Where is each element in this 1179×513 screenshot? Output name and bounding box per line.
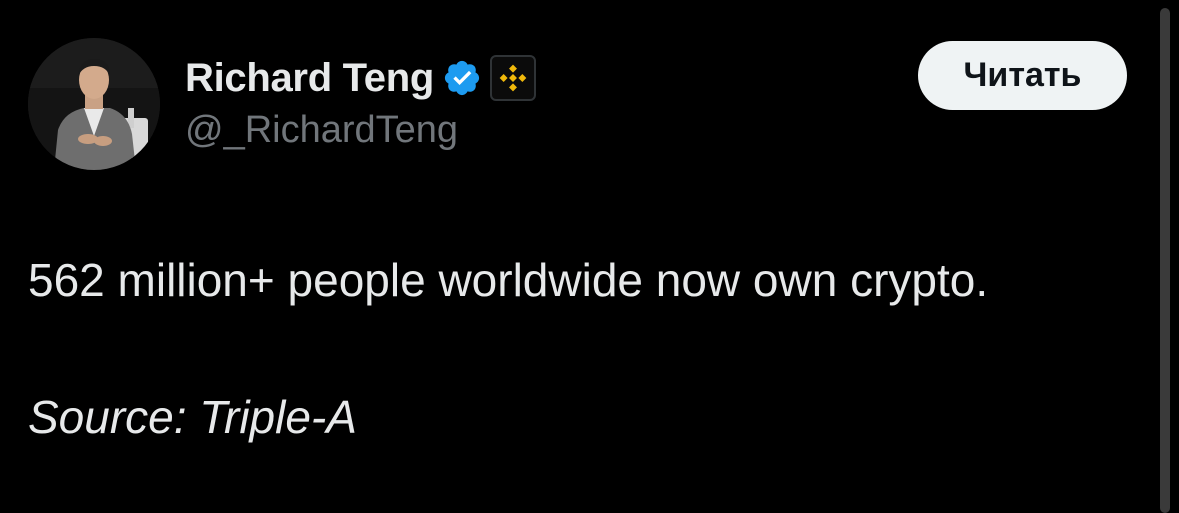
binance-logo-icon[interactable] [490, 55, 537, 101]
avatar-image [28, 38, 160, 170]
tweet-card: Richard Teng @_RichardTeng Читать 562 mi… [0, 0, 1179, 513]
scrollbar[interactable] [1160, 8, 1170, 513]
tweet-text: 562 million+ people worldwide now own cr… [28, 254, 989, 306]
verified-checkmark-icon [442, 58, 482, 98]
author-display-name[interactable]: Richard Teng [185, 58, 434, 98]
tweet-source-line: Source: Triple-A [28, 391, 357, 443]
follow-button[interactable]: Читать [918, 41, 1127, 110]
avatar[interactable] [28, 38, 160, 170]
author-handle[interactable]: @_RichardTeng [185, 109, 458, 152]
author-name-row: Richard Teng [185, 50, 537, 106]
